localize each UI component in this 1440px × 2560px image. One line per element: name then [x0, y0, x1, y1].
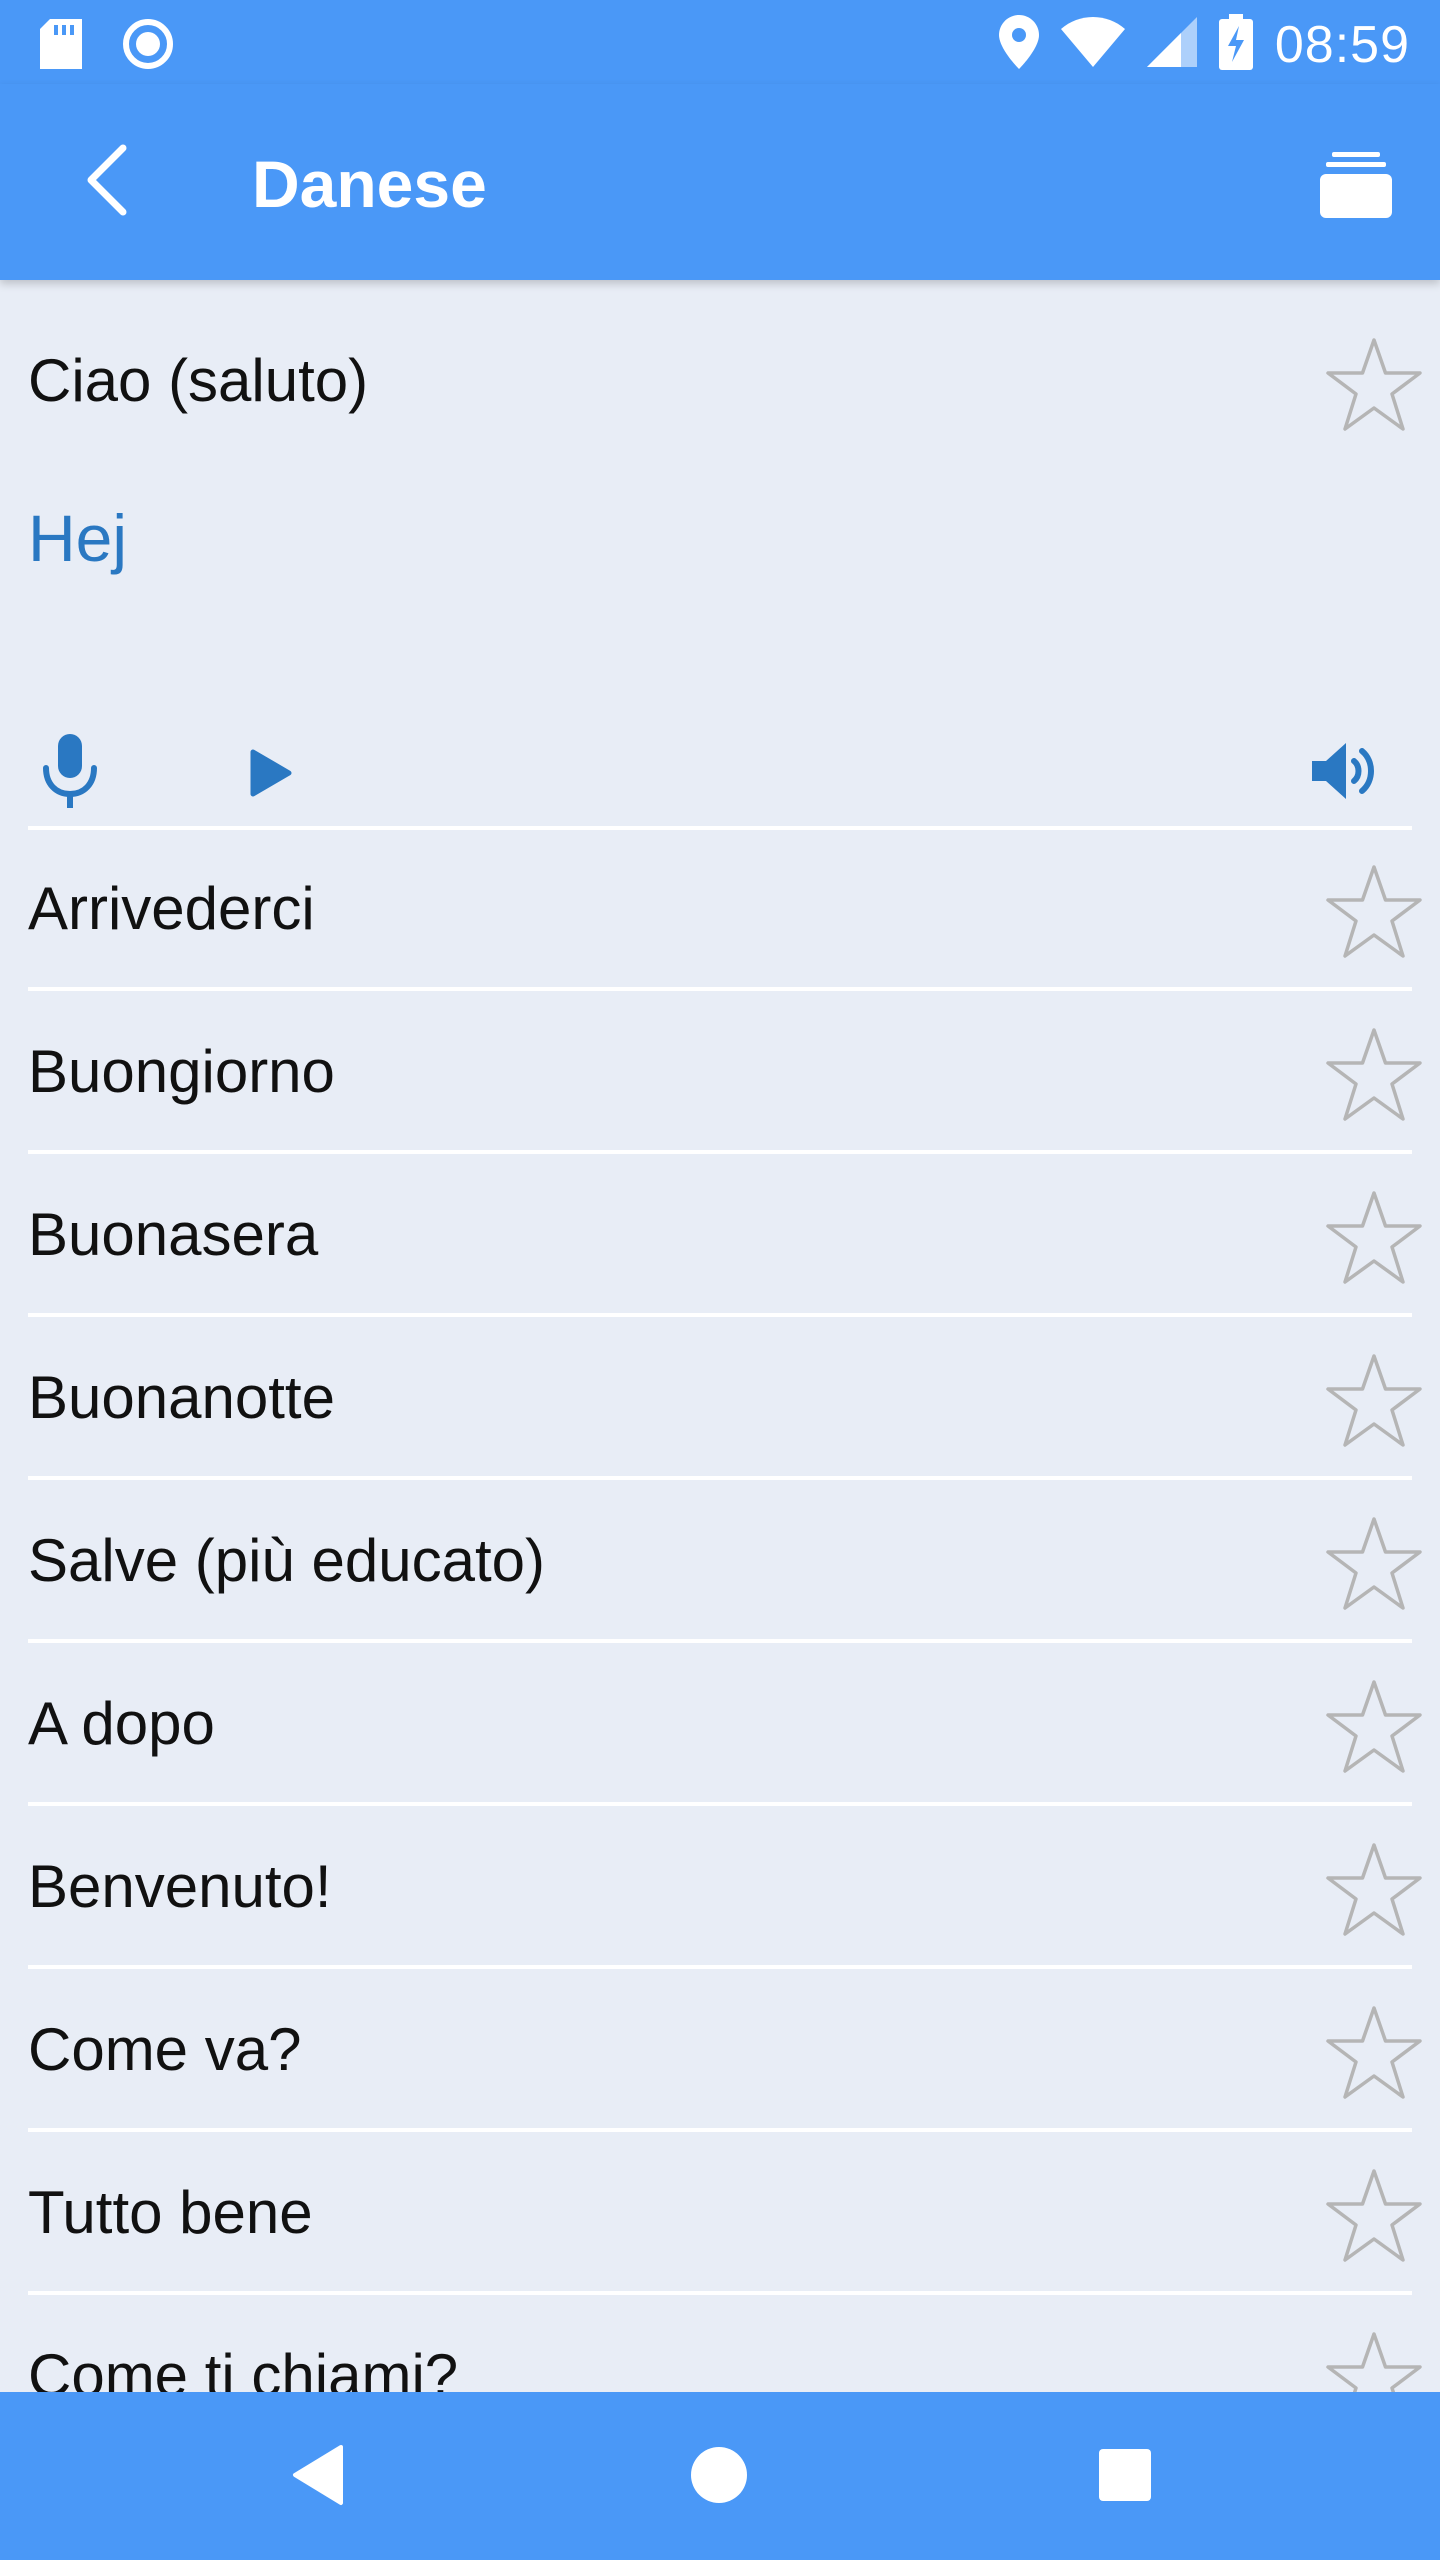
speaker-volume-icon	[1310, 739, 1380, 808]
phrase-list-item[interactable]: Buonanotte	[0, 1317, 1440, 1480]
phrase-label: Arrivederci	[28, 875, 315, 942]
phrase-list-item[interactable]: Benvenuto!	[0, 1806, 1440, 1969]
nav-home-button[interactable]	[674, 2432, 764, 2522]
battery-charging-icon	[1218, 14, 1253, 75]
app-bar: Danese	[0, 84, 1440, 280]
phrase-label: Benvenuto!	[28, 1853, 332, 1920]
phrase-list-item[interactable]: Tutto bene	[0, 2132, 1440, 2295]
speak-translation-button[interactable]	[1300, 728, 1390, 818]
phrase-list-item[interactable]: Arrivederci	[0, 828, 1440, 991]
favorite-button[interactable]	[1322, 2166, 1426, 2270]
microphone-icon	[42, 733, 98, 815]
star-outline-icon	[1324, 1190, 1424, 1291]
phrase-list-item[interactable]: Buongiorno	[0, 991, 1440, 1154]
phrase-label: Come va?	[28, 2016, 302, 2083]
nav-home-circle-icon	[689, 2445, 749, 2510]
phrase-label: Salve (più educato)	[28, 1527, 545, 1594]
nav-back-button[interactable]	[272, 2432, 362, 2522]
phrase-label: Buongiorno	[28, 1038, 335, 1105]
status-left-icons	[40, 18, 174, 75]
nav-recents-button[interactable]	[1080, 2432, 1170, 2522]
phrase-content: Ciao (saluto) Hej Arrivederci Buongiorno…	[0, 280, 1440, 2392]
favorite-button[interactable]	[1322, 1840, 1426, 1944]
phrase-label: A dopo	[28, 1690, 215, 1757]
phrase-label: Buonanotte	[28, 1364, 335, 1431]
chevron-left-icon	[81, 144, 131, 221]
phrase-list-item[interactable]: Buonasera	[0, 1154, 1440, 1317]
star-outline-icon	[1324, 2168, 1424, 2269]
star-outline-icon	[1324, 1353, 1424, 1454]
sd-card-icon	[40, 19, 82, 74]
favorite-button[interactable]	[1322, 2003, 1426, 2107]
circle-target-icon	[122, 18, 174, 75]
system-nav-bar	[0, 2392, 1440, 2560]
wifi-icon	[1060, 17, 1125, 72]
featured-translation: Hej	[28, 501, 128, 575]
phrase-label: Come ti chiami?	[28, 2342, 459, 2392]
status-time: 08:59	[1274, 15, 1410, 74]
favorite-button[interactable]	[1322, 1025, 1426, 1129]
star-outline-icon	[1324, 1516, 1424, 1617]
star-outline-icon	[1324, 2005, 1424, 2106]
favorite-button[interactable]	[1322, 1351, 1426, 1455]
star-outline-icon	[1324, 337, 1424, 438]
stack-layers-icon	[1320, 148, 1392, 225]
favorite-button[interactable]	[1322, 1188, 1426, 1292]
phrase-list-item[interactable]: Come ti chiami?	[0, 2295, 1440, 2392]
phrase-list-item[interactable]: Come va?	[0, 1969, 1440, 2132]
star-outline-icon	[1324, 1027, 1424, 1128]
record-button[interactable]	[32, 730, 108, 818]
location-pin-icon	[998, 15, 1039, 74]
signal-icon	[1146, 17, 1197, 72]
play-recording-button[interactable]	[236, 735, 306, 815]
favorite-button[interactable]	[1322, 2329, 1426, 2392]
phrase-list: Arrivederci Buongiorno Buonasera Buonanotte…	[0, 828, 1440, 2392]
phrase-label: Buonasera	[28, 1201, 319, 1268]
phrase-label: Tutto bene	[28, 2179, 313, 2246]
star-outline-icon	[1324, 2331, 1424, 2392]
featured-phrase: Ciao (saluto)	[28, 347, 369, 414]
featured-favorite-button[interactable]	[1322, 335, 1426, 439]
favorite-button[interactable]	[1322, 862, 1426, 966]
back-button[interactable]	[58, 134, 154, 230]
nav-recents-square-icon	[1098, 2448, 1152, 2507]
star-outline-icon	[1324, 1679, 1424, 1780]
nav-back-triangle-icon	[289, 2443, 345, 2512]
favorite-button[interactable]	[1322, 1514, 1426, 1618]
favorite-button[interactable]	[1322, 1677, 1426, 1781]
categories-button[interactable]	[1308, 138, 1404, 234]
featured-phrase-card: Ciao (saluto) Hej	[0, 280, 1440, 830]
star-outline-icon	[1324, 1842, 1424, 1943]
phrase-list-item[interactable]: A dopo	[0, 1643, 1440, 1806]
status-right-icons: 08:59	[998, 14, 1410, 75]
phrase-list-item[interactable]: Salve (più educato)	[0, 1480, 1440, 1643]
screen: 08:59 Danese Ciao (saluto) Hej Arriveder…	[0, 0, 1440, 2560]
page-title: Danese	[252, 147, 487, 221]
status-bar: 08:59	[0, 0, 1440, 84]
play-icon	[249, 748, 293, 803]
star-outline-icon	[1324, 864, 1424, 965]
